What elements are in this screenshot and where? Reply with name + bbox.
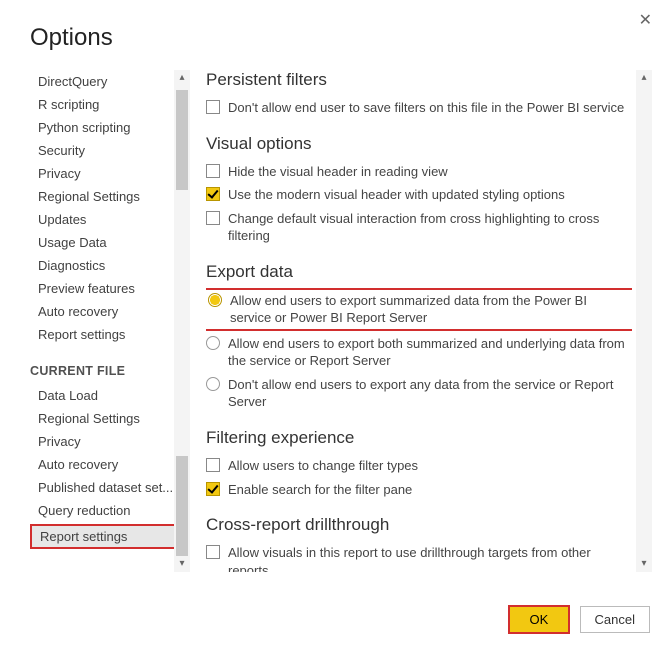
sidebar-item-auto-recovery[interactable]: Auto recovery [30, 300, 190, 323]
checkbox-cross-filtering[interactable] [206, 211, 220, 225]
option-label: Enable search for the filter pane [228, 481, 632, 499]
sidebar-item-directquery[interactable]: DirectQuery [30, 70, 190, 93]
option-label: Allow end users to export both summarize… [228, 335, 632, 370]
section-title-filtering-experience: Filtering experience [206, 428, 632, 448]
sidebar-item-usage-data[interactable]: Usage Data [30, 231, 190, 254]
sidebar-item-report-settings-global[interactable]: Report settings [30, 323, 190, 346]
content-scrollbar[interactable]: ▴ ▾ [636, 70, 652, 572]
page-title: Options [30, 24, 113, 52]
scroll-thumb[interactable] [176, 90, 188, 190]
option-label: Hide the visual header in reading view [228, 163, 632, 181]
sidebar-item-regional-settings-file[interactable]: Regional Settings [30, 407, 190, 430]
content-pane: Persistent filters Don't allow end user … [206, 70, 632, 572]
sidebar-item-python-scripting[interactable]: Python scripting [30, 116, 190, 139]
option-label: Use the modern visual header with update… [228, 186, 632, 204]
footer-buttons: OK Cancel [502, 605, 650, 634]
sidebar-scrollbar[interactable]: ▴ ▾ [174, 70, 190, 572]
radio-export-both[interactable] [206, 336, 220, 350]
sidebar-item-privacy[interactable]: Privacy [30, 162, 190, 185]
section-title-visual-options: Visual options [206, 134, 632, 154]
sidebar-item-r-scripting[interactable]: R scripting [30, 93, 190, 116]
chevron-up-icon[interactable]: ▴ [174, 70, 190, 86]
close-icon[interactable]: ✕ [631, 6, 660, 34]
radio-export-summarized[interactable] [208, 293, 222, 307]
section-title-persistent-filters: Persistent filters [206, 70, 632, 90]
sidebar-item-report-settings[interactable]: Report settings [30, 524, 190, 549]
chevron-up-icon[interactable]: ▴ [636, 70, 652, 86]
chevron-down-icon[interactable]: ▾ [174, 556, 190, 572]
sidebar-item-published-dataset[interactable]: Published dataset set... [30, 476, 190, 499]
sidebar-item-query-reduction[interactable]: Query reduction [30, 499, 190, 522]
radio-export-none[interactable] [206, 377, 220, 391]
option-label: Allow users to change filter types [228, 457, 632, 475]
checkbox-persistent-disallow[interactable] [206, 100, 220, 114]
sidebar-item-preview-features[interactable]: Preview features [30, 277, 190, 300]
checkbox-modern-visual-header[interactable] [206, 187, 220, 201]
sidebar-item-updates[interactable]: Updates [30, 208, 190, 231]
scroll-thumb[interactable] [176, 456, 188, 556]
checkbox-enable-filter-search[interactable] [206, 482, 220, 496]
sidebar-item-privacy-file[interactable]: Privacy [30, 430, 190, 453]
section-title-export-data: Export data [206, 262, 632, 282]
checkbox-hide-visual-header[interactable] [206, 164, 220, 178]
sidebar-item-diagnostics[interactable]: Diagnostics [30, 254, 190, 277]
sidebar-item-data-load[interactable]: Data Load [30, 384, 190, 407]
sidebar-heading-current-file: CURRENT FILE [30, 346, 190, 384]
section-title-cross-report-drillthrough: Cross-report drillthrough [206, 515, 632, 535]
cancel-button[interactable]: Cancel [580, 606, 650, 633]
chevron-down-icon[interactable]: ▾ [636, 556, 652, 572]
ok-button[interactable]: OK [508, 605, 570, 634]
option-label: Don't allow end user to save filters on … [228, 99, 632, 117]
checkbox-cross-report-drillthrough[interactable] [206, 545, 220, 559]
option-label: Allow end users to export summarized dat… [230, 292, 630, 327]
sidebar-item-regional-settings[interactable]: Regional Settings [30, 185, 190, 208]
sidebar-item-security[interactable]: Security [30, 139, 190, 162]
sidebar: DirectQuery R scripting Python scripting… [30, 70, 190, 572]
sidebar-item-auto-recovery-file[interactable]: Auto recovery [30, 453, 190, 476]
option-label: Don't allow end users to export any data… [228, 376, 632, 411]
option-label: Change default visual interaction from c… [228, 210, 632, 245]
option-label: Allow visuals in this report to use dril… [228, 544, 632, 572]
checkbox-allow-filter-type-change[interactable] [206, 458, 220, 472]
